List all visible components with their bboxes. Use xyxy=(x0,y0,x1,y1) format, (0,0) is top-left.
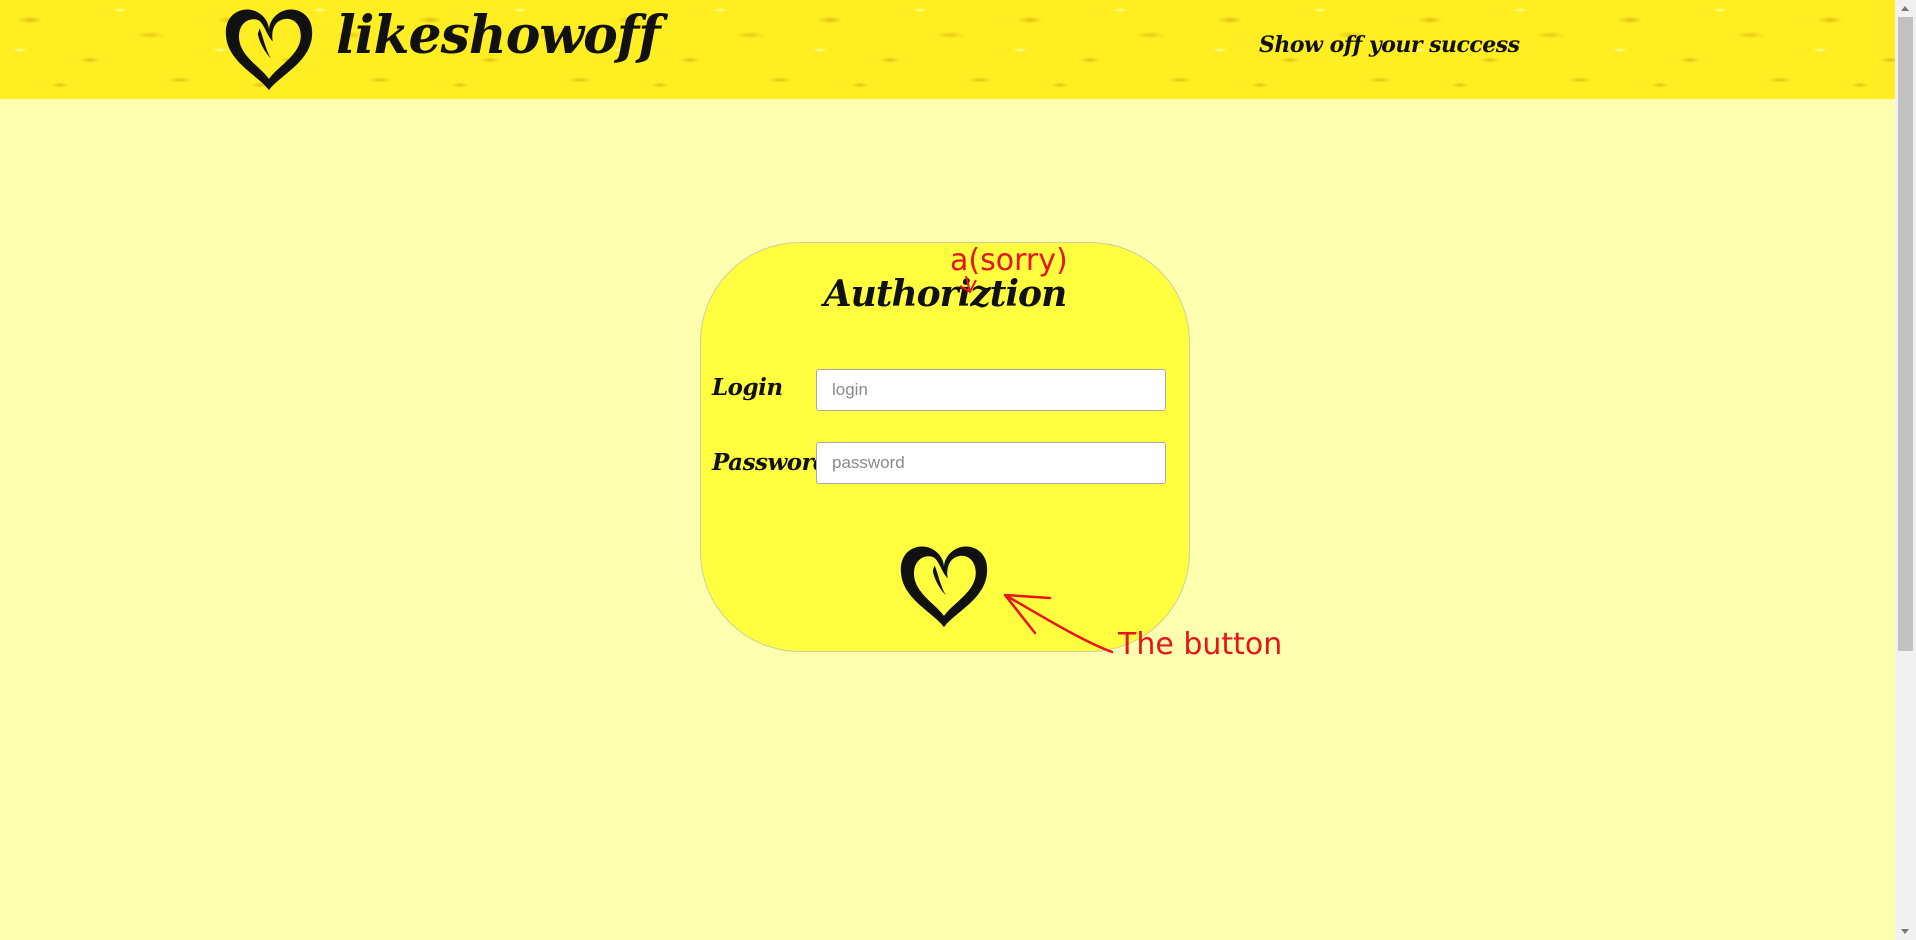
login-label: Login xyxy=(712,374,783,401)
login-input[interactable] xyxy=(816,369,1166,411)
submit-heart-button[interactable] xyxy=(897,543,991,629)
typo-annotation: a(sorry) xyxy=(950,243,1068,278)
password-input[interactable] xyxy=(816,442,1166,484)
button-annotation: The button xyxy=(1118,627,1283,662)
scroll-thumb[interactable] xyxy=(1898,17,1913,651)
heart-icon[interactable] xyxy=(222,6,316,92)
authorization-card: Authoriztion Login Password xyxy=(700,242,1190,652)
site-header: likeshowoff Show off your success xyxy=(0,0,1895,99)
brand-name[interactable]: likeshowoff xyxy=(336,10,661,62)
tagline: Show off your success xyxy=(1259,32,1520,58)
scroll-down-icon[interactable] xyxy=(1895,923,1916,940)
heart-icon xyxy=(900,546,988,628)
card-title: Authoriztion xyxy=(823,273,1068,315)
scroll-up-icon[interactable] xyxy=(1895,0,1916,17)
vertical-scrollbar[interactable] xyxy=(1895,0,1916,940)
password-label: Password xyxy=(712,449,829,476)
